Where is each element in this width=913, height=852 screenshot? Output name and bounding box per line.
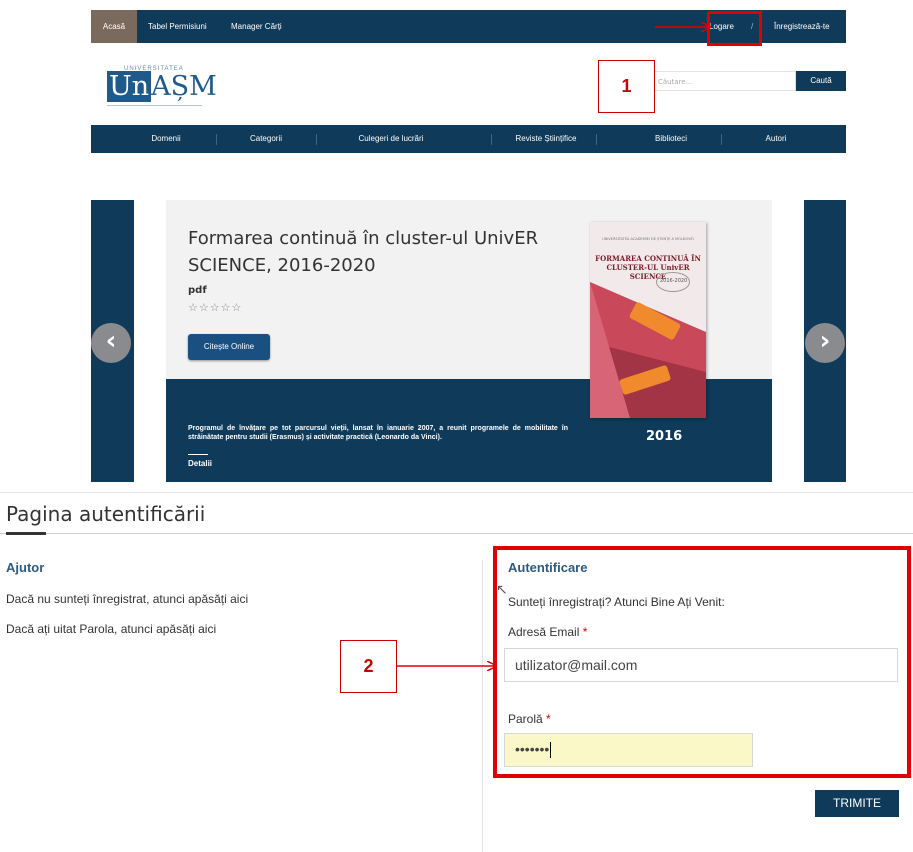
title-accent — [6, 532, 46, 535]
rating-stars[interactable]: ☆☆☆☆☆ — [188, 301, 242, 314]
book-cover[interactable]: UNIVERSITATEA ACADEMIEI DE ȘTIINȚE A MOL… — [590, 222, 706, 418]
carousel-prev-arrow[interactable]: ‹ — [91, 323, 131, 363]
brand-bar: UNIVERSITATEA UnAȘM Căutare... Caută — [91, 43, 846, 128]
catnav-divider — [596, 134, 597, 145]
library-site: Acasă Tabel Permisiuni Manager Cărți Log… — [91, 10, 846, 482]
catnav-domains[interactable]: Domenii — [121, 125, 211, 153]
page-title: Pagina autentificării — [6, 502, 206, 526]
column-divider — [482, 560, 483, 852]
annotation-box-login — [707, 11, 762, 46]
cover-art — [590, 282, 706, 418]
unasm-logo[interactable]: UNIVERSITATEA UnAȘM — [99, 61, 217, 111]
annotation-box-auth-form — [493, 546, 911, 778]
search-button[interactable]: Caută — [796, 71, 846, 91]
catnav-authors[interactable]: Autori — [741, 125, 811, 153]
details-divider — [188, 454, 208, 455]
cover-publisher: UNIVERSITATEA ACADEMIEI DE ȘTIINȚE A MOL… — [602, 237, 694, 241]
slide-file-type: pdf — [188, 285, 207, 296]
read-online-button[interactable]: Citește Online — [188, 334, 270, 360]
catnav-divider — [216, 134, 217, 145]
nav-book-manager[interactable]: Manager Cărți — [231, 10, 282, 43]
register-link[interactable]: Înregistrează-te — [774, 10, 830, 43]
slide-title[interactable]: Formarea continuă în cluster-ul UnivER S… — [188, 225, 548, 279]
help-heading: Ajutor — [6, 560, 45, 575]
nav-home[interactable]: Acasă — [91, 10, 137, 43]
catnav-collections[interactable]: Culegeri de lucrări — [331, 125, 451, 153]
catnav-categories[interactable]: Categorii — [221, 125, 311, 153]
carousel-slide: Formarea continuă în cluster-ul UnivER S… — [166, 200, 772, 482]
cover-years: 2016-2020 — [660, 278, 688, 284]
catnav-divider — [721, 134, 722, 145]
details-link[interactable]: Detalii — [188, 459, 212, 468]
catnav-divider — [316, 134, 317, 145]
logo-underline — [107, 105, 202, 106]
catnav-journals[interactable]: Reviste Științifice — [486, 125, 606, 153]
category-nav: Domenii Categorii Culegeri de lucrări Re… — [91, 125, 846, 153]
carousel-next-arrow[interactable]: › — [805, 323, 845, 363]
help-forgot-password-link[interactable]: Dacă ați uitat Parola, atunci apăsăți ai… — [6, 622, 216, 636]
section-divider — [0, 492, 913, 493]
annotation-number-1: 1 — [598, 60, 655, 113]
slide-year: 2016 — [646, 429, 683, 444]
submit-button[interactable]: TRIMITE — [815, 790, 899, 817]
help-register-link[interactable]: Dacă nu sunteți înregistrat, atunci apăs… — [6, 592, 248, 606]
nav-permissions-table[interactable]: Tabel Permisiuni — [148, 10, 207, 43]
search-input[interactable]: Căutare... — [649, 71, 796, 91]
catnav-libraries[interactable]: Biblioteci — [631, 125, 711, 153]
slide-description: Programul de învățare pe tot parcursul v… — [188, 425, 568, 441]
annotation-number-2: 2 — [340, 640, 397, 693]
logo-text: UnAȘM — [107, 71, 217, 102]
featured-carousel: Formarea continuă în cluster-ul UnivER S… — [91, 200, 846, 482]
title-underline — [0, 533, 913, 534]
